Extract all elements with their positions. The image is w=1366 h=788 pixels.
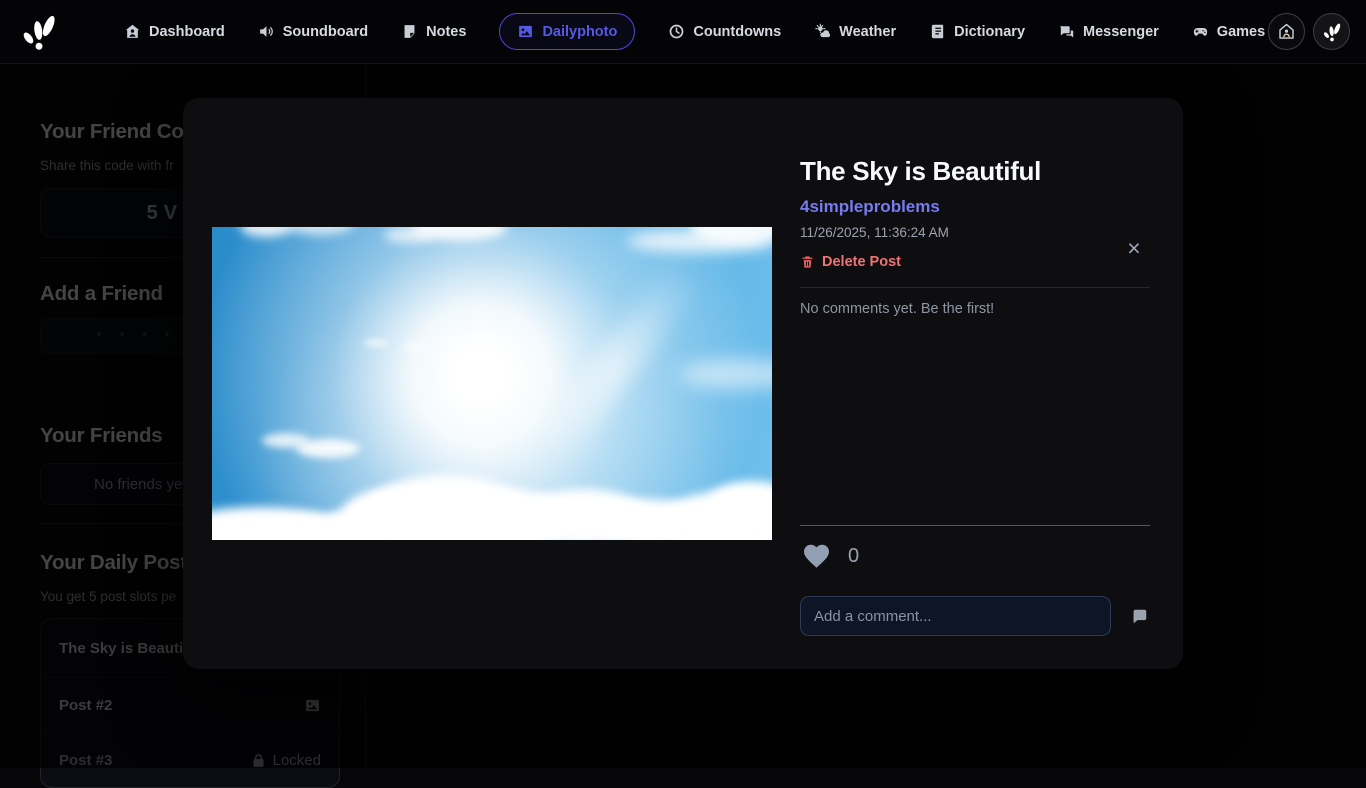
speaker-icon bbox=[258, 23, 275, 40]
home-profile-button[interactable] bbox=[1268, 13, 1305, 50]
nav-item-games[interactable]: Games bbox=[1192, 23, 1265, 40]
delete-post-button[interactable]: Delete Post bbox=[800, 254, 1150, 270]
clock-icon bbox=[668, 23, 685, 40]
comment-row bbox=[800, 596, 1150, 636]
comment-bubble-icon bbox=[1129, 607, 1150, 626]
nav-item-weather[interactable]: Weather bbox=[814, 23, 896, 40]
heart-icon bbox=[800, 541, 833, 571]
comments-empty-state: No comments yet. Be the first! bbox=[800, 301, 1150, 317]
like-count: 0 bbox=[848, 545, 859, 568]
nav-item-soundboard[interactable]: Soundboard bbox=[258, 23, 368, 40]
divider bbox=[800, 525, 1150, 526]
nav-item-dailyphoto[interactable]: Dailyphoto bbox=[499, 13, 635, 50]
nav-actions bbox=[1268, 13, 1350, 50]
nav-label: Notes bbox=[426, 24, 466, 40]
image-icon bbox=[517, 23, 534, 40]
post-author-link[interactable]: 4simpleproblems bbox=[800, 197, 1150, 217]
trash-icon bbox=[800, 254, 815, 270]
home-icon bbox=[124, 23, 141, 40]
send-comment-button[interactable] bbox=[1129, 607, 1150, 626]
nav-label: Games bbox=[1217, 24, 1265, 40]
divider bbox=[800, 287, 1150, 288]
delete-post-label: Delete Post bbox=[822, 254, 901, 270]
nav-item-messenger[interactable]: Messenger bbox=[1058, 23, 1159, 40]
account-logo-button[interactable] bbox=[1313, 13, 1350, 50]
like-button[interactable] bbox=[800, 541, 833, 571]
post-photo bbox=[212, 227, 772, 540]
nav-label: Messenger bbox=[1083, 24, 1159, 40]
nav-label: Dictionary bbox=[954, 24, 1025, 40]
modal-post-title: The Sky is Beautiful bbox=[800, 156, 1150, 187]
chat-bubbles-icon bbox=[1058, 23, 1075, 40]
nav-label: Soundboard bbox=[283, 24, 368, 40]
nav-label: Dashboard bbox=[149, 24, 225, 40]
post-timestamp: 11/26/2025, 11:36:24 AM bbox=[800, 225, 1150, 240]
note-icon bbox=[401, 23, 418, 40]
close-button[interactable]: × bbox=[1121, 235, 1147, 261]
nav-item-dashboard[interactable]: Dashboard bbox=[124, 23, 225, 40]
app-logo[interactable] bbox=[16, 9, 62, 55]
nav-item-notes[interactable]: Notes bbox=[401, 23, 466, 40]
like-row: 0 bbox=[800, 541, 1150, 571]
navbar: Dashboard Soundboard Notes Dailyphoto bbox=[0, 0, 1366, 64]
nav-item-dictionary[interactable]: Dictionary bbox=[929, 23, 1025, 40]
splash-logo-icon bbox=[18, 11, 60, 53]
post-detail-modal: × bbox=[183, 98, 1183, 669]
main-nav: Dashboard Soundboard Notes Dailyphoto bbox=[124, 13, 1265, 50]
comment-input[interactable] bbox=[800, 596, 1111, 636]
sun-cloud-icon bbox=[814, 23, 831, 40]
nav-label: Weather bbox=[839, 24, 896, 40]
modal-photo-pane bbox=[183, 98, 800, 669]
modal-detail-pane: The Sky is Beautiful 4simpleproblems 11/… bbox=[800, 98, 1183, 669]
sun-beam bbox=[534, 256, 704, 464]
home-user-icon bbox=[1277, 22, 1296, 41]
nav-label: Dailyphoto bbox=[542, 24, 617, 40]
nav-label: Countdowns bbox=[693, 24, 781, 40]
gamepad-icon bbox=[1192, 23, 1209, 40]
nav-item-countdowns[interactable]: Countdowns bbox=[668, 23, 781, 40]
book-icon bbox=[929, 23, 946, 40]
splash-logo-icon-small bbox=[1321, 21, 1343, 43]
